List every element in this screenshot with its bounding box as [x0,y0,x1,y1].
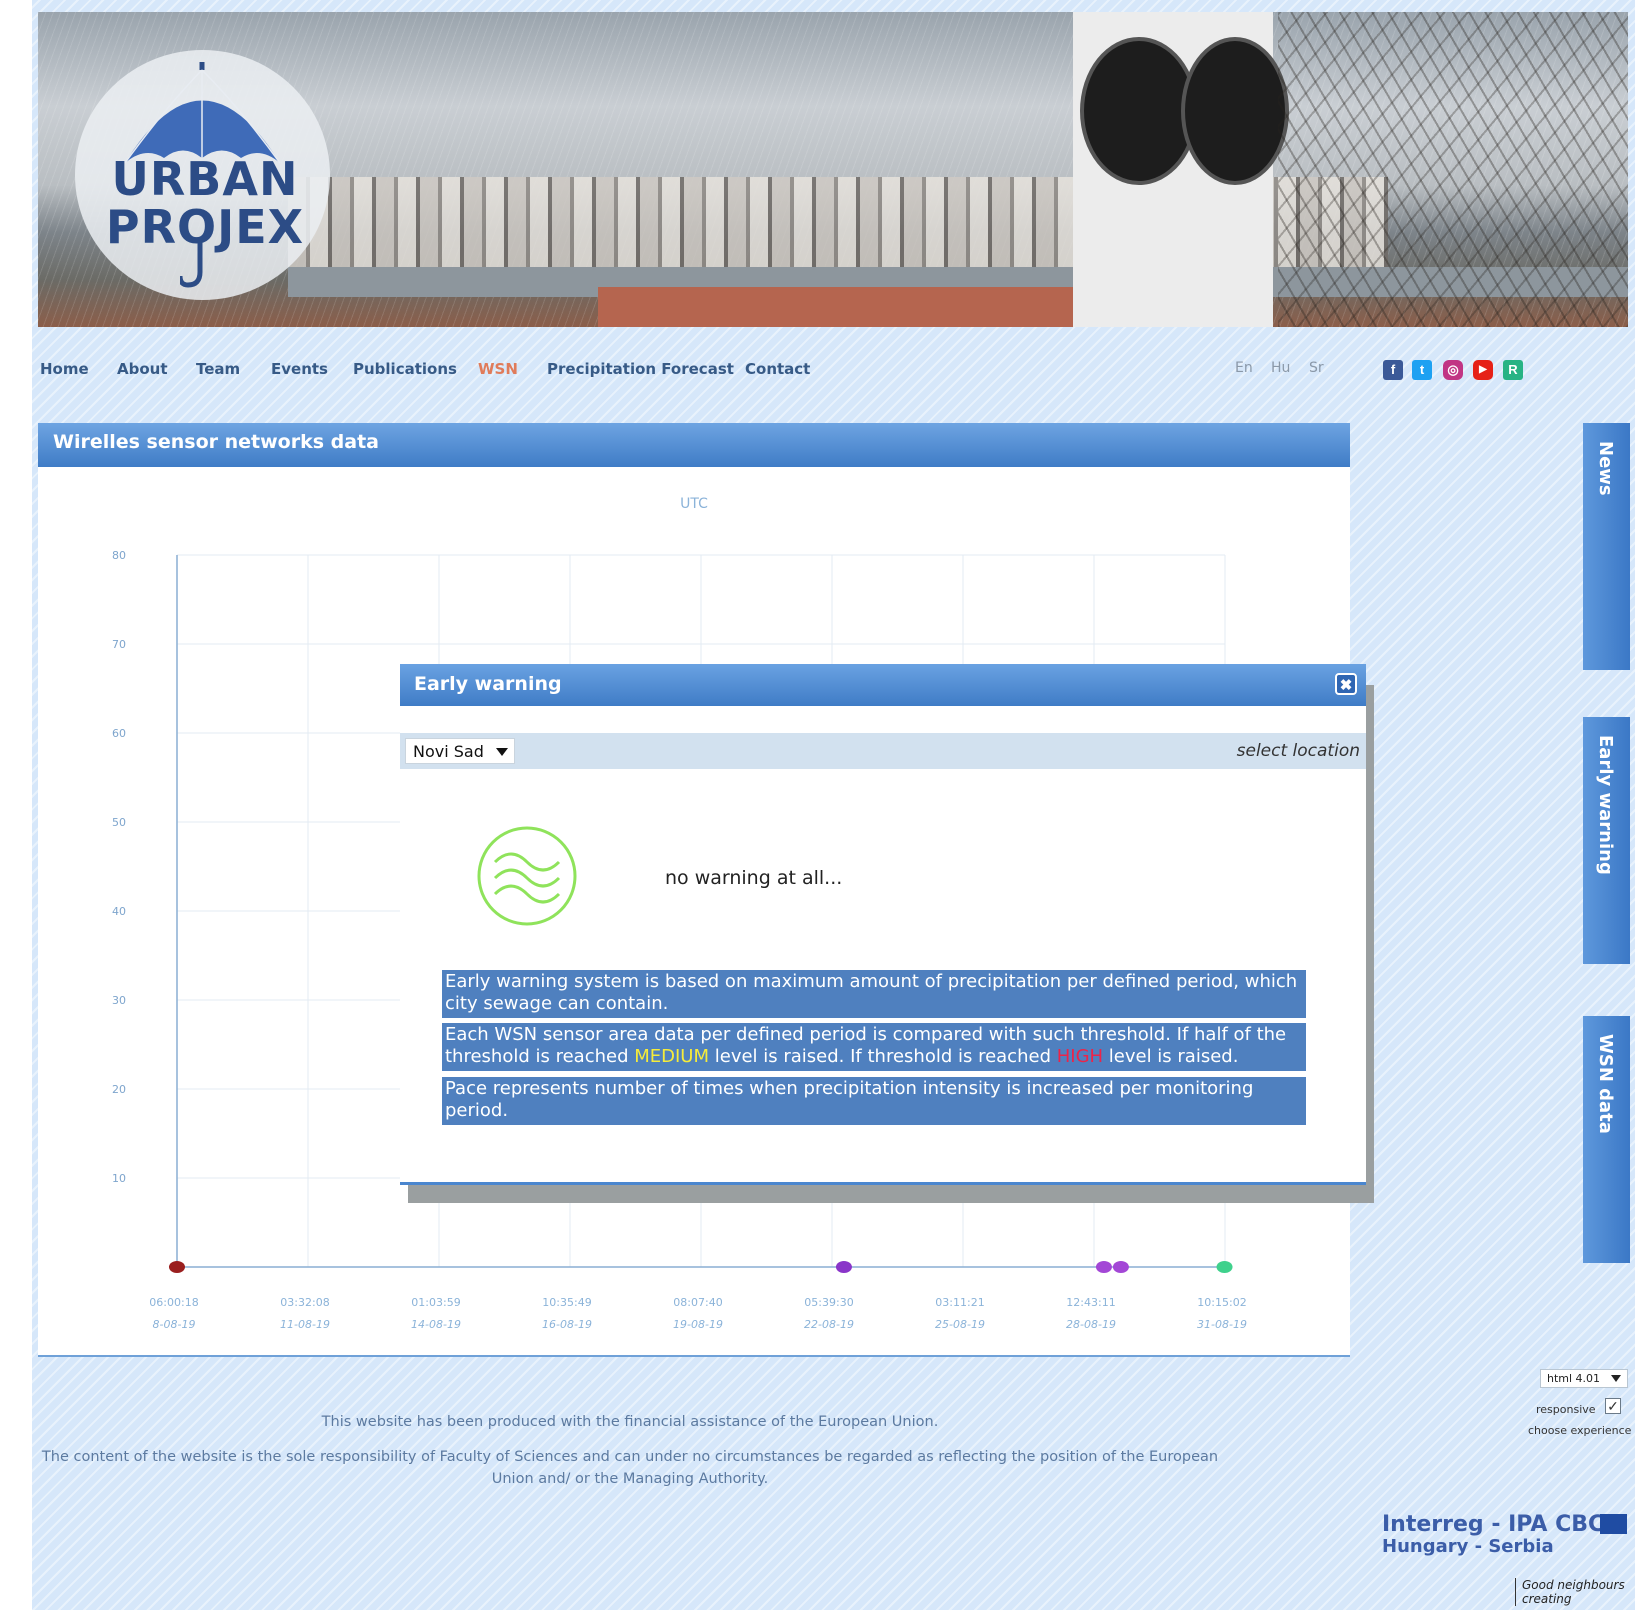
footer-funding-text: This website has been produced with the … [321,1414,939,1430]
level-high: HIGH [1056,1046,1104,1067]
logo-line-1: URBAN [111,152,299,206]
dialog-header: Early warning ✖ [400,664,1366,706]
info2-text-b: level is raised. If threshold is reached [709,1046,1057,1067]
html-version-select[interactable]: html 4.01 [1540,1369,1628,1388]
lang-hu[interactable]: Hu [1271,360,1290,376]
tab-news[interactable]: News [1583,423,1630,670]
x-tick-date: 19-08-19 [673,1318,723,1331]
x-tick-date: 14-08-19 [411,1318,461,1331]
umbrella-handle-icon [180,240,203,288]
data-point [1216,1261,1233,1273]
choose-experience-label: choose experience [1528,1424,1632,1437]
eu-flag-icon [1600,1514,1627,1534]
html-version-value: html 4.01 [1547,1372,1601,1385]
logo-wordmark: URBAN PROJEX [105,155,305,251]
info-box-3: Pace represents number of times when pre… [442,1077,1306,1125]
nav-wsn[interactable]: WSN [478,360,518,378]
interreg-logo-subtitle: Hungary - Serbia [1382,1536,1554,1557]
interreg-tagline: Good neighbours creating [1515,1578,1632,1606]
chevron-down-icon [1611,1375,1621,1382]
tab-news-label: News [1595,441,1616,496]
x-tick-date: 25-08-19 [935,1318,985,1331]
nav-events[interactable]: Events [271,360,328,378]
panel-header: Wirelles sensor networks data [38,423,1350,467]
tab-early-warning-label: Early warning [1595,735,1616,875]
instagram-icon[interactable]: ◎ [1443,360,1463,380]
tab-wsn-data-label: WSN data [1595,1034,1616,1134]
warning-status-text: no warning at all... [665,867,843,889]
level-medium: MEDIUM [634,1046,710,1067]
panel-title: Wirelles sensor networks data [53,431,379,453]
data-point [835,1261,852,1273]
x-tick-time: 01:03:59 [411,1296,460,1309]
nav-about[interactable]: About [117,360,168,378]
youtube-icon[interactable]: ▶ [1473,360,1493,380]
location-select[interactable]: Novi Sad [405,738,515,764]
info-box-1: Early warning system is based on maximum… [442,970,1306,1018]
bare-trees [1278,12,1628,327]
data-point [1095,1261,1112,1273]
early-warning-dialog: Early warning ✖ Novi Sad select location… [400,664,1366,1185]
x-tick-time: 10:35:49 [542,1296,591,1309]
x-tick-time: 12:43:11 [1066,1296,1115,1309]
location-hint: select location [1236,741,1360,761]
footer-disclaimer: The content of the website is the sole r… [41,1449,1219,1487]
x-tick-time: 06:00:18 [149,1296,198,1309]
x-tick-date: 28-08-19 [1066,1318,1116,1331]
data-point [1112,1261,1129,1273]
x-tick-time: 03:32:08 [280,1296,329,1309]
nav-contact[interactable]: Contact [745,360,810,378]
nav-home[interactable]: Home [40,360,89,378]
no-warning-wave-icon [477,826,577,926]
x-tick-time: 08:07:40 [673,1296,722,1309]
y-tick-label: 80 [112,549,126,562]
x-tick-date: 22-08-19 [804,1318,854,1331]
x-tick-time: 03:11:21 [935,1296,984,1309]
x-tick-date: 8-08-19 [153,1318,196,1331]
nav-team[interactable]: Team [196,360,240,378]
location-select-value: Novi Sad [413,742,484,761]
location-bar: Novi Sad select location [400,733,1366,769]
close-icon[interactable]: ✖ [1335,673,1357,695]
x-tick-date: 31-08-19 [1197,1318,1247,1331]
left-margin [0,0,32,1610]
x-tick-date: 11-08-19 [280,1318,330,1331]
y-tick-label: 70 [112,638,126,651]
y-tick-label: 60 [112,727,126,740]
responsive-checkbox[interactable]: ✓ [1605,1398,1621,1414]
y-tick-label: 20 [112,1083,126,1096]
y-tick-label: 50 [112,816,126,829]
chevron-down-icon [496,748,508,756]
twitter-icon[interactable]: t [1412,360,1432,380]
tab-wsn-data[interactable]: WSN data [1583,1016,1630,1263]
info2-text-c: level is raised. [1103,1046,1239,1067]
lang-en[interactable]: En [1235,360,1253,376]
interreg-logo-text[interactable]: Interreg - IPA CBC [1382,1512,1604,1537]
y-tick-label: 10 [112,1172,126,1185]
x-tick-time: 05:39:30 [804,1296,853,1309]
x-tick-date: 16-08-19 [542,1318,592,1331]
data-point [168,1261,185,1273]
responsive-label: responsive [1536,1403,1596,1416]
researchgate-icon[interactable]: R [1503,360,1523,380]
site-logo[interactable]: URBAN PROJEX [75,50,330,300]
terrace [598,287,1098,327]
facebook-icon[interactable]: f [1383,360,1403,380]
chart-title: UTC [680,496,708,512]
lang-sr[interactable]: Sr [1309,360,1324,376]
y-tick-label: 30 [112,994,126,1007]
y-tick-label: 40 [112,905,126,918]
nav-precipitation-forecast[interactable]: Precipitation Forecast [547,360,734,378]
x-tick-time: 10:15:02 [1197,1296,1246,1309]
nav-publications[interactable]: Publications [353,360,457,378]
dialog-title: Early warning [414,673,562,695]
tab-early-warning[interactable]: Early warning [1583,717,1630,964]
clock-face-icon [1181,37,1289,185]
info-box-2: Each WSN sensor area data per defined pe… [442,1023,1306,1071]
